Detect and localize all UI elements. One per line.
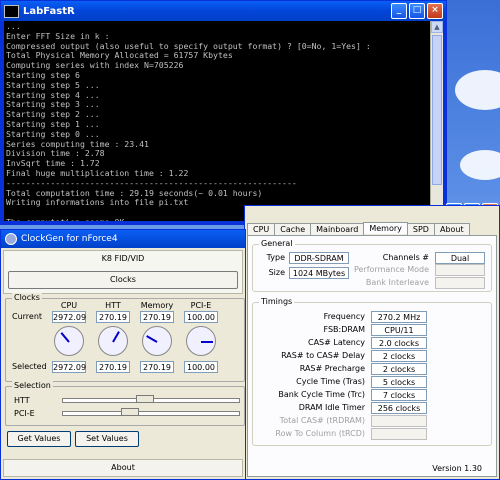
maximize-button[interactable]: □: [409, 3, 425, 19]
column-header-pcie: PCI-E: [190, 301, 212, 310]
version-label: Version 1.30: [432, 464, 482, 473]
timing-value: [371, 415, 427, 427]
timing-value: 2 clocks: [371, 363, 427, 375]
gauge-needle: [112, 331, 120, 343]
timings-title: Timings: [259, 297, 295, 306]
about-button[interactable]: About: [3, 459, 243, 477]
column-header-memory: Memory: [140, 301, 174, 310]
current-value: 2972.09: [52, 311, 87, 323]
get-values-button[interactable]: Get Values: [7, 431, 71, 447]
column-header-htt: HTT: [105, 301, 121, 310]
selection-group-title: Selection: [12, 381, 53, 390]
type-label: Type: [266, 253, 285, 262]
channels-label: Channels #: [382, 253, 429, 262]
clock-gauge-icon: [186, 326, 216, 356]
memory-panel: General Type DDR-SDRAM Size 1024 MBytes …: [247, 235, 497, 477]
timing-label: Frequency: [323, 312, 365, 321]
console-output[interactable]: ... Enter FFT Size in k : Compressed out…: [4, 21, 431, 221]
performance-mode-value: [435, 264, 485, 276]
selected-label: Selected: [12, 362, 47, 371]
tab-spd[interactable]: SPD: [406, 223, 435, 235]
gauge-needle: [146, 335, 158, 343]
timing-label: Bank Cycle Time (Trc): [278, 390, 365, 399]
tab-mainboard[interactable]: Mainboard: [310, 223, 365, 235]
timing-label: Total CAS# (tRDRAM): [279, 416, 365, 425]
performance-mode-label: Performance Mode: [353, 265, 429, 274]
pcie-slider-thumb[interactable]: [121, 408, 139, 416]
timing-label: CAS# Latency: [307, 338, 365, 347]
selection-group: Selection HTT PCI-E: [5, 381, 245, 426]
tab-about[interactable]: About: [433, 223, 470, 235]
clock-gauge-icon: [98, 326, 128, 356]
pcie-slider-track[interactable]: [62, 411, 240, 416]
minimize-button[interactable]: _: [391, 3, 407, 19]
timing-value: 270.2 MHz: [371, 311, 427, 323]
general-title: General: [259, 239, 295, 248]
channels-value: Dual: [435, 252, 485, 264]
clockgen-icon: [5, 233, 17, 245]
timing-value: 2 clocks: [371, 350, 427, 362]
timing-value: CPU/11: [371, 324, 427, 336]
timing-value: 256 clocks: [371, 402, 427, 414]
selected-value: 2972.09: [52, 361, 87, 373]
board-label: K8 FID/VID: [101, 254, 145, 263]
timing-value: 5 clocks: [371, 376, 427, 388]
tab-cpu[interactable]: CPU: [247, 223, 276, 235]
htt-slider-thumb[interactable]: [136, 395, 154, 403]
clocks-group: Clocks Current Selected CPU 2972.09 2972.0…: [5, 293, 245, 382]
scroll-thumb[interactable]: [432, 35, 442, 185]
clockgen-titlebar[interactable]: ClockGen for nForce4: [1, 230, 245, 248]
selected-value: 270.19: [140, 361, 174, 373]
column-header-cpu: CPU: [60, 301, 78, 310]
clockgen-title: ClockGen for nForce4: [21, 234, 118, 244]
timing-value: 7 clocks: [371, 389, 427, 401]
size-value: 1024 MBytes: [289, 267, 349, 279]
timing-value: [371, 428, 427, 440]
bank-interleave-value: [435, 277, 485, 289]
console-window: LabFastR _ □ × ... Enter FFT Size in k :…: [0, 0, 447, 225]
cpuz-tab-bar: CPU Cache Mainboard Memory SPD About: [247, 222, 470, 235]
console-titlebar[interactable]: LabFastR _ □ ×: [1, 1, 446, 21]
console-icon: [4, 4, 19, 18]
scroll-up-arrow-icon[interactable]: ▲: [431, 21, 443, 33]
cpuz-window: CPU Cache Mainboard Memory SPD About General …: [244, 205, 500, 480]
timing-label: Cycle Time (Tras): [296, 377, 365, 386]
clocks-tab-button[interactable]: Clocks: [8, 271, 238, 289]
current-label: Current: [12, 312, 43, 321]
tab-cache[interactable]: Cache: [274, 223, 312, 235]
timing-label: RAS# Precharge: [299, 364, 365, 373]
tab-memory[interactable]: Memory: [363, 222, 408, 234]
timings-group: Timings Frequency 270.2 MHz FSB:DRAM CPU/11…: [252, 297, 492, 446]
close-button[interactable]: ×: [427, 3, 443, 19]
timing-label: Row To Column (tRCD): [275, 429, 365, 438]
timing-label: DRAM Idle Timer: [298, 403, 365, 412]
clocks-group-title: Clocks: [12, 293, 42, 302]
selected-value: 270.19: [96, 361, 130, 373]
pcie-label: PCI-E: [14, 409, 35, 418]
size-label: Size: [268, 268, 285, 277]
console-scrollbar[interactable]: ▲ ▼: [430, 21, 443, 221]
type-value: DDR-SDRAM: [289, 252, 349, 264]
htt-label: HTT: [14, 396, 30, 405]
cloud: [460, 150, 500, 180]
gauge-needle: [201, 341, 213, 343]
clockgen-header-panel: K8 FID/VID Clocks: [3, 250, 243, 294]
clock-gauge-icon: [142, 326, 172, 356]
clock-gauge-icon: [54, 326, 84, 356]
cloud: [455, 70, 500, 110]
console-title: LabFastR: [23, 5, 75, 17]
timing-value: 2.0 clocks: [371, 337, 427, 349]
current-value: 270.19: [96, 311, 130, 323]
current-value: 100.00: [184, 311, 218, 323]
general-group: General Type DDR-SDRAM Size 1024 MBytes …: [252, 239, 492, 292]
gauge-needle: [60, 332, 70, 343]
timing-label: RAS# to CAS# Delay: [281, 351, 365, 360]
clockgen-window: ClockGen for nForce4 K8 FID/VID Clocks C…: [0, 229, 246, 480]
selected-value: 100.00: [184, 361, 218, 373]
console-text: ... Enter FFT Size in k : Compressed out…: [6, 21, 371, 221]
bank-interleave-label: Bank Interleave: [365, 278, 429, 287]
current-value: 270.19: [140, 311, 174, 323]
timing-label: FSB:DRAM: [323, 325, 366, 334]
set-values-button[interactable]: Set Values: [75, 431, 139, 447]
